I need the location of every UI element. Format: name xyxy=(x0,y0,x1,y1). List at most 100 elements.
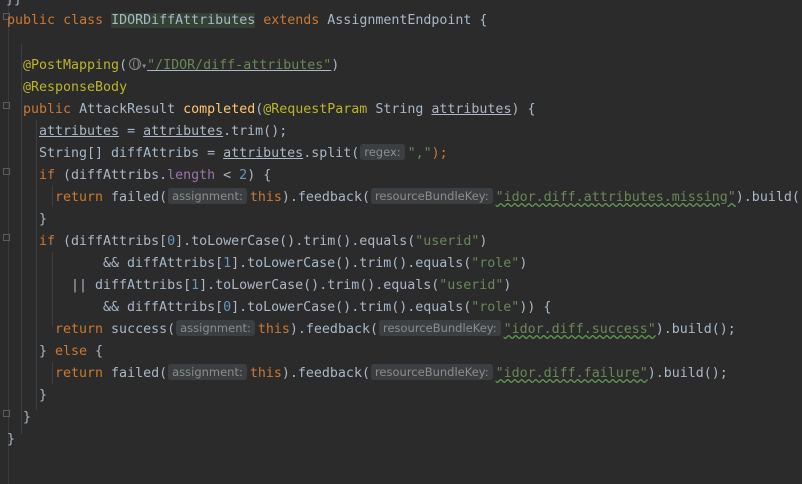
variable: attributes xyxy=(143,124,224,139)
operator: = xyxy=(119,124,144,139)
method-call: ).build( xyxy=(735,190,800,205)
url-path-string[interactable]: "/IDOR/diff-attributes" xyxy=(147,58,331,73)
punctuation: ) xyxy=(519,256,528,271)
brace: } xyxy=(7,432,16,447)
annotation: @PostMapping xyxy=(23,58,120,73)
variable: attributes xyxy=(223,146,304,161)
string-literal: "idor.diff.failure" xyxy=(496,366,648,381)
indent-guide xyxy=(52,185,53,207)
indent-guide xyxy=(52,252,53,327)
code-line-else[interactable]: } else { xyxy=(39,341,103,363)
code-text: (diffAttribs. xyxy=(55,168,168,183)
brace: } xyxy=(39,212,48,227)
method-call: ).feedback( xyxy=(281,366,370,381)
string-literal: "idor.diff.success" xyxy=(504,322,656,337)
code-line-if-length[interactable]: if (diffAttribs.length < 2) { xyxy=(39,165,271,187)
string-literal-text: "idor.diff.attributes.missing" xyxy=(495,190,736,205)
code-line-close-brace[interactable]: } xyxy=(39,209,47,231)
inlay-hint: resourceBundleKey: xyxy=(378,320,501,336)
variable: attributes xyxy=(39,124,120,139)
keyword: this xyxy=(249,190,282,205)
fold-icon[interactable] xyxy=(3,234,10,241)
string-literal: "," xyxy=(407,146,432,161)
method-call: ].toLowerCase().trim().equals( xyxy=(231,256,472,271)
inlay-hint: regex: xyxy=(360,144,405,160)
string-literal-text: "idor.diff.success" xyxy=(503,322,656,337)
fold-icon[interactable] xyxy=(3,102,10,109)
number-literal: 2 xyxy=(239,168,248,183)
code-line-close-brace[interactable]: } xyxy=(23,407,31,429)
number-literal: 1 xyxy=(191,278,200,293)
code-line-method-signature[interactable]: public AttackResult completed(@RequestPa… xyxy=(23,99,535,121)
keyword: if xyxy=(39,234,56,249)
code-fragment-top: }} xyxy=(6,0,22,7)
code-line-if-equals-userid[interactable]: if (diffAttribs[0].toLowerCase().trim().… xyxy=(39,231,487,253)
code-line-split[interactable]: String[] diffAttribs = attributes.split(… xyxy=(39,143,448,165)
number-literal: 1 xyxy=(223,256,232,271)
punctuation: ) { xyxy=(247,168,272,183)
parent-class: AssignmentEndpoint { xyxy=(327,13,488,28)
number-literal: 0 xyxy=(167,234,176,249)
method-call: .trim(); xyxy=(223,124,288,139)
keyword: extends xyxy=(263,13,320,28)
code-editor[interactable]: }} public class IDORDiffAttributes exten… xyxy=(0,0,802,484)
keyword: if xyxy=(39,168,56,183)
param-type: String xyxy=(375,102,424,117)
method-call: ).build(); xyxy=(647,366,728,381)
field: length xyxy=(167,168,216,183)
code-line-post-mapping[interactable]: @PostMapping(▾"/IDOR/diff-attributes") xyxy=(23,55,339,77)
inlay-hint: resourceBundleKey: xyxy=(370,188,493,204)
indent-guide xyxy=(36,120,37,410)
code-line-return-failed-missing[interactable]: return failed(assignment: this).feedback(… xyxy=(55,187,800,209)
method-call: ].toLowerCase().trim().equals( xyxy=(199,278,440,293)
string-literal-text: "idor.diff.failure" xyxy=(495,366,648,381)
code-line-or-userid[interactable]: || diffAttribs[1].toLowerCase().trim().e… xyxy=(71,275,511,297)
method-call: failed( xyxy=(103,190,168,205)
annotation: @ResponseBody xyxy=(23,80,128,95)
inlay-hint: assignment: xyxy=(176,320,255,336)
indent-guide xyxy=(52,362,53,384)
code-line-and-role[interactable]: && diffAttribs[1].toLowerCase().trim().e… xyxy=(103,253,527,275)
punctuation: ); xyxy=(431,146,448,161)
param-name: attributes xyxy=(431,102,512,117)
code-text: && diffAttribs[ xyxy=(103,300,224,315)
code-line-return-success[interactable]: return success(assignment: this).feedback… xyxy=(55,319,736,341)
globe-icon[interactable] xyxy=(129,58,142,70)
number-literal: 0 xyxy=(223,300,232,315)
string-literal: "idor.diff.attributes.missing" xyxy=(496,190,736,205)
class-name: IDORDiffAttributes xyxy=(111,13,256,28)
keyword: return xyxy=(55,322,104,337)
fold-icon[interactable] xyxy=(3,168,10,175)
code-line-close-brace[interactable]: } xyxy=(39,385,47,407)
keyword: public xyxy=(23,102,72,117)
method-call: failed( xyxy=(103,366,168,381)
fold-icon[interactable] xyxy=(3,410,10,417)
keyword: else xyxy=(55,344,88,359)
code-line-and-role-2[interactable]: && diffAttribs[0].toLowerCase().trim().e… xyxy=(103,297,551,319)
punctuation: ) xyxy=(503,278,512,293)
code-line-return-failed-failure[interactable]: return failed(assignment: this).feedback(… xyxy=(55,363,728,385)
code-line-trim[interactable]: attributes = attributes.trim(); xyxy=(39,121,287,143)
keyword: public xyxy=(7,13,56,28)
operator: < xyxy=(215,168,240,183)
punctuation: ) xyxy=(479,234,488,249)
indent-guide xyxy=(21,44,22,434)
brace: { xyxy=(87,344,104,359)
string-literal: "userid" xyxy=(415,234,480,249)
method-call: success( xyxy=(103,322,176,337)
code-text: || diffAttribs[ xyxy=(71,278,192,293)
method-call: ).feedback( xyxy=(289,322,378,337)
code-text: (diffAttribs[ xyxy=(55,234,168,249)
method-call: ].toLowerCase().trim().equals( xyxy=(231,300,472,315)
method-call: ).feedback( xyxy=(281,190,370,205)
return-type: AttackResult xyxy=(79,102,176,117)
code-line-class-declaration[interactable]: public class IDORDiffAttributes extends … xyxy=(7,10,487,32)
code-text: && diffAttribs[ xyxy=(103,256,224,271)
keyword: this xyxy=(249,366,282,381)
code-line-close-brace[interactable]: } xyxy=(7,429,15,451)
code-line-response-body[interactable]: @ResponseBody xyxy=(23,77,127,99)
brace: } xyxy=(39,344,56,359)
inlay-hint: resourceBundleKey: xyxy=(370,364,493,380)
method-call: ).build(); xyxy=(655,322,736,337)
inlay-hint: assignment: xyxy=(168,364,247,380)
